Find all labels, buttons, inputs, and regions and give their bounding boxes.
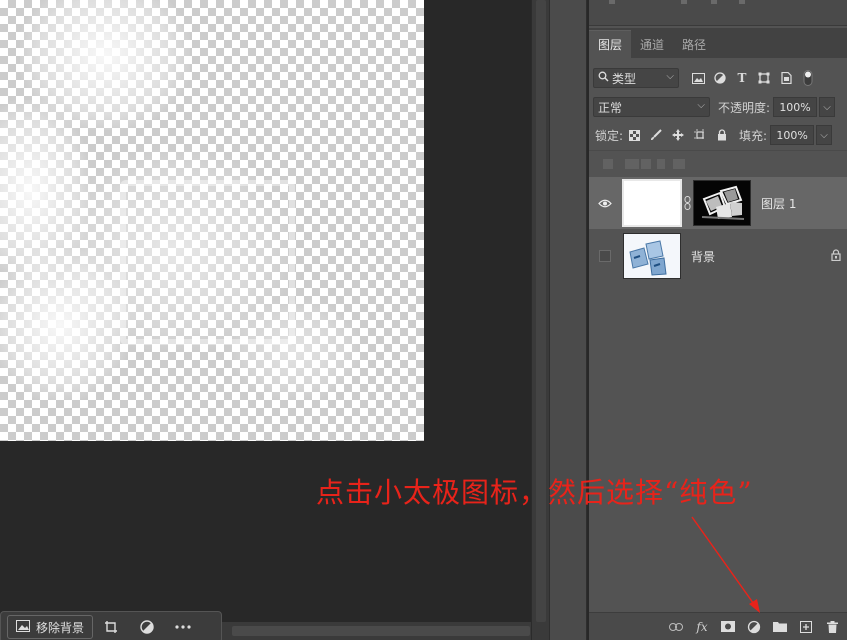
photoshop-window: 移除背景 图层 通道 路径 类型 ⌵ T 正常 ⌵ 不透明度: 100% ⌵ 锁… (0, 0, 847, 640)
remove-background-button[interactable]: 移除背景 (7, 615, 94, 639)
panel-dock-strip (549, 0, 587, 640)
group-folder-icon[interactable] (767, 616, 793, 638)
filter-row: 类型 ⌵ T (589, 64, 847, 92)
vertical-scrollbar[interactable] (531, 0, 549, 640)
lock-artboard-icon[interactable] (689, 125, 711, 145)
blend-row: 正常 ⌵ 不透明度: 100% ⌵ (589, 93, 847, 121)
filter-kind-select[interactable]: 类型 ⌵ (593, 68, 679, 88)
adjust-icon[interactable] (129, 615, 165, 639)
layer-row-background[interactable]: 背景 (589, 230, 847, 282)
lock-image-pixels-icon[interactable] (645, 125, 667, 145)
mask-link-icon[interactable] (681, 196, 693, 210)
opacity-dropdown[interactable]: ⌵ (819, 97, 836, 117)
blend-mode-select[interactable]: 正常 ⌵ (593, 97, 710, 117)
layer-1-mask-thumbnail[interactable] (693, 180, 751, 226)
blend-mode-value: 正常 (598, 100, 623, 115)
trash-icon[interactable] (819, 616, 845, 638)
background-thumbnail[interactable] (623, 233, 681, 279)
image-icon (16, 619, 30, 635)
chevron-down-icon: ⌵ (666, 71, 674, 82)
chevron-down-icon: ⌵ (697, 100, 705, 111)
blurred-layer-row (589, 150, 847, 176)
fill-label: 填充: (739, 128, 768, 143)
layer-1-fill-thumbnail[interactable] (622, 179, 682, 227)
vertical-scroll-thumb[interactable] (536, 0, 546, 622)
chevron-down-icon: ⌵ (823, 101, 831, 113)
lock-row: 锁定: 填充: 100% ⌵ (589, 121, 847, 149)
fx-icon[interactable]: fx (689, 616, 715, 638)
layers-panel-bottom-bar: fx (589, 612, 847, 640)
mask-icon[interactable] (715, 616, 741, 638)
contextual-taskbar: 移除背景 (0, 611, 222, 640)
panel-tabs: 图层 通道 路径 (589, 28, 847, 58)
filter-kind-value: 类型 (612, 71, 637, 86)
annotation-text: 点击小太极图标，然后选择“纯色” (316, 476, 753, 509)
visibility-toggle-box[interactable] (599, 250, 611, 262)
adjustment-layer-icon[interactable] (741, 616, 767, 638)
lock-position-icon[interactable] (667, 125, 689, 145)
link-icon[interactable] (663, 616, 689, 638)
adjustment-filter-icon[interactable] (709, 68, 731, 88)
smart-object-filter-icon[interactable] (775, 68, 797, 88)
layers-panel: 图层 通道 路径 类型 ⌵ T 正常 ⌵ 不透明度: 100% ⌵ 锁定: 填充… (589, 0, 847, 640)
layer-1-name[interactable]: 图层 1 (761, 195, 796, 212)
shape-filter-icon[interactable] (753, 68, 775, 88)
fill-input[interactable]: 100% (770, 125, 815, 145)
more-icon[interactable] (165, 615, 201, 639)
filter-toggle-icon[interactable] (797, 68, 819, 88)
tab-channels[interactable]: 通道 (631, 30, 673, 58)
pixel-filter-icon[interactable] (687, 68, 709, 88)
tab-layers[interactable]: 图层 (589, 30, 632, 58)
lock-label: 锁定: (595, 128, 624, 143)
type-filter-icon[interactable]: T (731, 68, 753, 88)
search-icon (598, 71, 609, 85)
canvas-area[interactable]: 移除背景 (0, 0, 531, 640)
visibility-eye-icon[interactable] (597, 195, 613, 211)
chevron-down-icon: ⌵ (820, 129, 828, 141)
new-layer-icon[interactable] (793, 616, 819, 638)
tab-paths[interactable]: 路径 (673, 30, 715, 58)
horizontal-scroll-thumb[interactable] (232, 626, 530, 636)
layer-row-layer-1[interactable]: 图层 1 (589, 177, 847, 229)
fill-dropdown[interactable]: ⌵ (816, 125, 833, 145)
opacity-label: 不透明度: (718, 100, 771, 115)
background-layer-name[interactable]: 背景 (691, 248, 831, 265)
panel-top-bar (589, 0, 847, 26)
lock-all-icon[interactable] (711, 125, 733, 145)
crop-icon[interactable] (93, 615, 129, 639)
document-canvas[interactable] (0, 0, 424, 441)
lock-transparent-pixels-icon[interactable] (623, 125, 645, 145)
layer-lock-icon (831, 248, 841, 264)
remove-background-label: 移除背景 (36, 620, 85, 635)
opacity-input[interactable]: 100% (773, 97, 818, 117)
